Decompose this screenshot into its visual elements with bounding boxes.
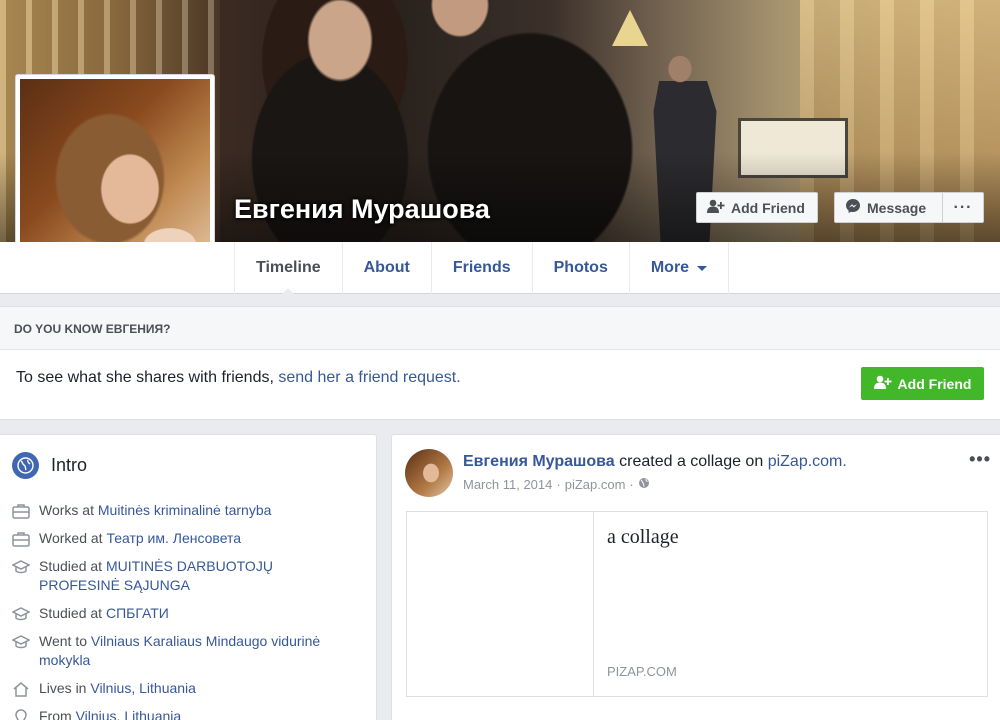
timeline-post: Евгения Мурашова created a collage on pi… xyxy=(391,434,1000,720)
add-friend-green-button[interactable]: Add Friend xyxy=(861,367,984,400)
link-preview-card[interactable]: a collage PIZAP.COM xyxy=(406,511,988,697)
intro-item-text: Went to Vilniaus Karaliaus Mindaugo vidu… xyxy=(39,632,332,670)
tab-about[interactable]: About xyxy=(341,242,431,294)
home-icon xyxy=(12,680,30,698)
post-date[interactable]: March 11, 2014 xyxy=(463,477,552,492)
intro-prefix: Studied at xyxy=(39,558,103,574)
profile-name[interactable]: Евгения Мурашова xyxy=(234,194,490,225)
do-you-know-text: To see what she shares with friends, sen… xyxy=(16,369,461,387)
post-author-avatar[interactable] xyxy=(405,449,453,497)
tab-label: More xyxy=(650,259,690,276)
graduation-cap-icon xyxy=(12,605,30,623)
graduation-cap-icon xyxy=(12,558,30,576)
intro-item-text: From Vilnius, Lithuania xyxy=(39,707,181,720)
post-via[interactable]: piZap.com xyxy=(565,477,626,492)
intro-item: Studied at MUITINĖS DARBUOTOJŲ PROFESINĖ… xyxy=(12,557,332,595)
intro-item: From Vilnius, Lithuania xyxy=(12,707,332,720)
intro-prefix: From xyxy=(39,708,72,720)
tab-label: Friends xyxy=(452,259,511,276)
intro-header: Intro xyxy=(12,452,87,479)
tab-more[interactable]: More xyxy=(628,242,730,294)
link-preview-image xyxy=(407,512,594,696)
briefcase-icon xyxy=(12,502,30,520)
post-action: created a collage on xyxy=(619,453,764,470)
intro-card: Intro Works at Muitinės kriminalinė tarn… xyxy=(0,434,377,720)
globe-icon xyxy=(638,477,650,492)
intro-prefix: Studied at xyxy=(39,605,103,621)
profile-picture-image xyxy=(20,79,210,269)
post-author-link[interactable]: Евгения Мурашова xyxy=(463,453,615,470)
intro-item-text: Works at Muitinės kriminalinė tarnyba xyxy=(39,501,271,520)
tab-label: Timeline xyxy=(256,259,321,276)
intro-link[interactable]: Vilnius, Lithuania xyxy=(90,680,196,696)
intro-item-text: Studied at СПБГАТИ xyxy=(39,604,169,623)
intro-item: Studied at СПБГАТИ xyxy=(12,604,332,623)
profile-nav: Timeline About Friends Photos More xyxy=(0,242,1000,295)
intro-link[interactable]: Vilnius, Lithuania xyxy=(76,708,182,720)
link-preview-source: PIZAP.COM xyxy=(607,664,677,679)
add-friend-icon xyxy=(707,199,725,216)
do-you-know-box: DO YOU KNOW ЕВГЕНИЯ? xyxy=(0,306,1000,420)
tab-label: Photos xyxy=(553,259,608,276)
intro-prefix: Works at xyxy=(39,502,94,518)
tab-label: About xyxy=(363,259,410,276)
add-friend-label: Add Friend xyxy=(897,375,972,392)
post-title: Евгения Мурашова created a collage on pi… xyxy=(463,453,847,471)
globe-icon xyxy=(12,452,39,479)
intro-item-text: Studied at MUITINĖS DARBUOTOJŲ PROFESINĖ… xyxy=(39,557,332,595)
message-label: Message xyxy=(867,199,927,216)
post-options-button[interactable]: ••• xyxy=(969,449,991,470)
briefcase-icon xyxy=(12,530,30,548)
message-button[interactable]: Message xyxy=(834,192,942,223)
intro-list: Works at Muitinės kriminalinė tarnyba Wo… xyxy=(12,501,332,720)
tab-friends[interactable]: Friends xyxy=(430,242,532,294)
meta-separator: · xyxy=(556,477,561,492)
friend-request-link[interactable]: send her a friend request. xyxy=(278,369,460,386)
add-friend-button[interactable]: Add Friend xyxy=(696,192,818,223)
intro-prefix: Lives in xyxy=(39,680,87,696)
intro-item-text: Lives in Vilnius, Lithuania xyxy=(39,679,196,698)
profile-tabs: Timeline About Friends Photos More xyxy=(234,242,730,295)
intro-item-text: Worked at Театр им. Ленсовета xyxy=(39,529,241,548)
graduation-cap-icon xyxy=(12,633,30,651)
intro-prefix: Went to xyxy=(39,633,87,649)
messenger-icon xyxy=(845,198,861,217)
intro-link[interactable]: СПБГАТИ xyxy=(106,605,169,621)
intro-link[interactable]: Театр им. Ленсовета xyxy=(106,530,241,546)
intro-item: Lives in Vilnius, Lithuania xyxy=(12,679,332,698)
chevron-down-icon xyxy=(697,265,708,271)
intro-item: Went to Vilniaus Karaliaus Mindaugo vidu… xyxy=(12,632,332,670)
intro-title: Intro xyxy=(51,455,88,475)
link-preview-title: a collage xyxy=(607,526,679,548)
location-icon xyxy=(12,708,30,720)
do-you-know-message: To see what she shares with friends, xyxy=(16,369,274,386)
intro-prefix: Worked at xyxy=(39,530,103,546)
intro-item: Worked at Театр им. Ленсовета xyxy=(12,529,332,548)
intro-link[interactable]: Muitinės kriminalinė tarnyba xyxy=(98,502,272,518)
meta-separator: · xyxy=(629,477,634,492)
post-meta: March 11, 2014 · piZap.com · xyxy=(463,477,650,492)
tab-timeline[interactable]: Timeline xyxy=(234,242,342,295)
more-options-button[interactable]: ··· xyxy=(942,192,984,223)
add-friend-label: Add Friend xyxy=(731,199,805,216)
tab-photos[interactable]: Photos xyxy=(531,242,629,294)
intro-item: Works at Muitinės kriminalinė tarnyba xyxy=(12,501,332,520)
link-preview-body: a collage PIZAP.COM xyxy=(594,512,987,696)
post-site-link[interactable]: piZap.com. xyxy=(768,453,847,470)
add-friend-icon xyxy=(873,375,892,392)
do-you-know-heading: DO YOU KNOW ЕВГЕНИЯ? xyxy=(0,307,1000,350)
